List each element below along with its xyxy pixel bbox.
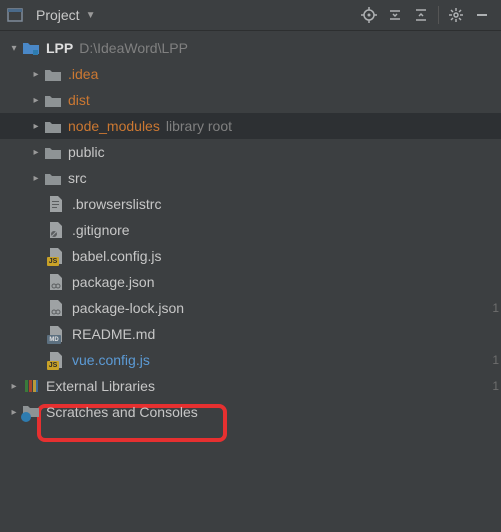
tree-label: README.md [72, 326, 155, 342]
tree-folder-src[interactable]: ▸ src [0, 165, 501, 191]
tree-scratches[interactable]: ▸ Scratches and Consoles [0, 399, 501, 425]
folder-icon [44, 65, 62, 83]
chevron-right-icon: ▸ [6, 407, 22, 418]
tree-label-note: library root [166, 118, 232, 134]
tree-root[interactable]: ▾ LPP D:\IdeaWord\LPP [0, 35, 501, 61]
file-icon [48, 195, 66, 213]
tree-label: babel.config.js [72, 248, 162, 264]
project-name: LPP [46, 40, 73, 56]
chevron-right-icon: ▸ [28, 147, 44, 158]
tree-label: External Libraries [46, 378, 155, 394]
chevron-right-icon: ▸ [28, 173, 44, 184]
tree-label: package-lock.json [72, 300, 184, 316]
gutter-number: 1 [492, 379, 499, 393]
tree-file-readme[interactable]: MD README.md [0, 321, 501, 347]
gutter-number: 1 [492, 301, 499, 315]
chevron-right-icon: ▸ [28, 69, 44, 80]
tree-folder-dist[interactable]: ▸ dist [0, 87, 501, 113]
panel-title: Project [36, 7, 80, 23]
tree-folder-node-modules[interactable]: ▸ node_modules library root [0, 113, 501, 139]
settings-button[interactable] [443, 2, 469, 28]
file-icon [48, 221, 66, 239]
folder-icon [44, 169, 62, 187]
json-file-icon [48, 273, 66, 291]
external-libraries-icon [22, 377, 40, 395]
tree-label: package.json [72, 274, 155, 290]
tree-label: Scratches and Consoles [46, 404, 198, 420]
folder-icon [44, 143, 62, 161]
tree-file-browserslist[interactable]: .browserslistrc [0, 191, 501, 217]
folder-icon [44, 91, 62, 109]
project-icon [6, 6, 24, 24]
hide-button[interactable] [469, 2, 495, 28]
chevron-right-icon: ▸ [6, 381, 22, 392]
tree-file-babel[interactable]: JS babel.config.js [0, 243, 501, 269]
js-file-icon: JS [48, 247, 66, 265]
chevron-right-icon: ▸ [28, 95, 44, 106]
expand-all-button[interactable] [382, 2, 408, 28]
locate-button[interactable] [356, 2, 382, 28]
js-file-icon: JS [48, 351, 66, 369]
project-path: D:\IdeaWord\LPP [79, 40, 188, 56]
chevron-down-icon: ▼ [86, 10, 96, 21]
chevron-right-icon: ▸ [28, 121, 44, 132]
tree-folder-idea[interactable]: ▸ .idea [0, 61, 501, 87]
tree-label: .browserslistrc [72, 196, 161, 212]
md-file-icon: MD [48, 325, 66, 343]
tree-folder-public[interactable]: ▸ public [0, 139, 501, 165]
tree-label: vue.config.js [72, 352, 150, 368]
folder-icon [44, 117, 62, 135]
tree-label: dist [68, 92, 90, 108]
tree-label: src [68, 170, 87, 186]
tree-label: .idea [68, 66, 98, 82]
gutter-number: 1 [492, 353, 499, 367]
tree-file-vue-config[interactable]: JS vue.config.js 1 [0, 347, 501, 373]
project-dropdown[interactable]: Project ▼ [6, 6, 95, 24]
collapse-all-button[interactable] [408, 2, 434, 28]
json-file-icon [48, 299, 66, 317]
scratches-icon [22, 403, 40, 421]
tree-file-package-lock[interactable]: package-lock.json 1 [0, 295, 501, 321]
chevron-down-icon: ▾ [6, 43, 22, 54]
folder-icon [22, 39, 40, 57]
tree-label: node_modules [68, 118, 160, 134]
tree-label: public [68, 144, 105, 160]
tree-file-package[interactable]: package.json [0, 269, 501, 295]
tree-label: .gitignore [72, 222, 130, 238]
tree-external-libraries[interactable]: ▸ External Libraries 1 [0, 373, 501, 399]
tree-file-gitignore[interactable]: .gitignore [0, 217, 501, 243]
